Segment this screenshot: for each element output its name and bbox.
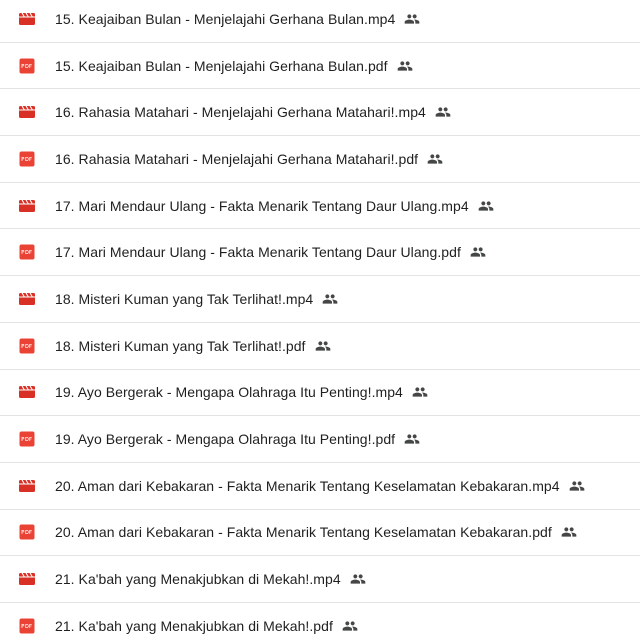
file-row[interactable]: 19. Ayo Bergerak - Mengapa Olahraga Itu … (0, 416, 640, 463)
file-row[interactable]: 21. Ka'bah yang Menakjubkan di Mekah!.mp… (0, 556, 640, 603)
shared-people-icon (469, 243, 487, 261)
pdf-icon (19, 431, 35, 447)
shared-people-icon (411, 383, 429, 401)
video-icon (19, 291, 35, 307)
shared-people-icon (349, 570, 367, 588)
file-row[interactable]: 16. Rahasia Matahari - Menjelajahi Gerha… (0, 136, 640, 183)
shared-people-icon (321, 290, 339, 308)
shared-people-icon (426, 150, 444, 168)
file-name: 16. Rahasia Matahari - Menjelajahi Gerha… (55, 150, 419, 167)
file-name: 19. Ayo Bergerak - Mengapa Olahraga Itu … (55, 431, 396, 448)
pdf-icon (19, 58, 35, 74)
shared-people-icon (403, 430, 421, 448)
file-row[interactable]: 15. Keajaiban Bulan - Menjelajahi Gerhan… (0, 43, 640, 90)
shared-people-icon (314, 337, 332, 355)
file-row[interactable]: 18. Misteri Kuman yang Tak Terlihat!.pdf (0, 323, 640, 370)
file-name: 16. Rahasia Matahari - Menjelajahi Gerha… (55, 104, 426, 121)
file-row[interactable]: 19. Ayo Bergerak - Mengapa Olahraga Itu … (0, 370, 640, 417)
file-row[interactable]: 15. Keajaiban Bulan - Menjelajahi Gerhan… (0, 0, 640, 43)
file-row[interactable]: 20. Aman dari Kebakaran - Fakta Menarik … (0, 510, 640, 557)
file-name: 18. Misteri Kuman yang Tak Terlihat!.mp4 (55, 290, 314, 307)
pdf-icon (19, 338, 35, 354)
video-icon (19, 384, 35, 400)
file-name: 17. Mari Mendaur Ulang - Fakta Menarik T… (55, 197, 469, 214)
video-icon (19, 11, 35, 27)
pdf-icon (19, 618, 35, 634)
file-name: 15. Keajaiban Bulan - Menjelajahi Gerhan… (55, 10, 396, 27)
file-name: 21. Ka'bah yang Menakjubkan di Mekah!.mp… (55, 571, 341, 588)
file-row[interactable]: 18. Misteri Kuman yang Tak Terlihat!.mp4 (0, 276, 640, 323)
pdf-icon (19, 524, 35, 540)
shared-people-icon (477, 197, 495, 215)
file-name: 15. Keajaiban Bulan - Menjelajahi Gerhan… (55, 57, 388, 74)
shared-people-icon (560, 523, 578, 541)
shared-people-icon (396, 57, 414, 75)
video-icon (19, 198, 35, 214)
pdf-icon (19, 244, 35, 260)
file-name: 20. Aman dari Kebakaran - Fakta Menarik … (55, 477, 560, 494)
file-name: 17. Mari Mendaur Ulang - Fakta Menarik T… (55, 244, 461, 261)
shared-people-icon (568, 477, 586, 495)
file-row[interactable]: 16. Rahasia Matahari - Menjelajahi Gerha… (0, 89, 640, 137)
pdf-icon (19, 151, 35, 167)
file-row[interactable]: 21. Ka'bah yang Menakjubkan di Mekah!.pd… (0, 603, 640, 640)
file-name: 20. Aman dari Kebakaran - Fakta Menarik … (55, 524, 552, 541)
file-list: 15. Keajaiban Bulan - Menjelajahi Gerhan… (0, 0, 640, 636)
video-icon (19, 478, 35, 494)
shared-people-icon (341, 617, 359, 635)
file-name: 21. Ka'bah yang Menakjubkan di Mekah!.pd… (55, 617, 333, 634)
file-name: 18. Misteri Kuman yang Tak Terlihat!.pdf (55, 337, 306, 354)
file-name: 19. Ayo Bergerak - Mengapa Olahraga Itu … (55, 384, 403, 401)
shared-people-icon (403, 10, 421, 28)
shared-people-icon (434, 103, 452, 121)
file-row[interactable]: 17. Mari Mendaur Ulang - Fakta Menarik T… (0, 183, 640, 230)
video-icon (19, 104, 35, 120)
video-icon (19, 571, 35, 587)
file-row[interactable]: 20. Aman dari Kebakaran - Fakta Menarik … (0, 463, 640, 510)
file-row[interactable]: 17. Mari Mendaur Ulang - Fakta Menarik T… (0, 229, 640, 277)
